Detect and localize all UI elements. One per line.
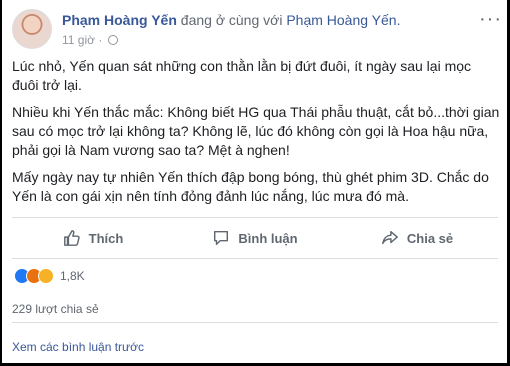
like-label: Thích bbox=[88, 230, 124, 246]
post-paragraph: Nhiều khi Yến thắc mắc: Không biết HG qu… bbox=[12, 104, 500, 158]
share-icon bbox=[381, 230, 398, 245]
post-paragraph: Mấy ngày nay tự nhiên Yến thích đập bong… bbox=[12, 169, 489, 204]
avatar[interactable] bbox=[12, 9, 52, 49]
globe-icon bbox=[108, 35, 119, 45]
reaction-count[interactable]: 1,8K bbox=[60, 269, 85, 283]
post-body: Lúc nhỏ, Yến quan sát những con thằn lằn… bbox=[12, 57, 500, 214]
reactions-summary[interactable]: 1,8K bbox=[14, 267, 85, 285]
share-button[interactable]: Chia sẻ bbox=[336, 218, 498, 258]
haha-icon bbox=[38, 268, 54, 284]
share-count[interactable]: 229 lượt chia sẻ bbox=[12, 302, 99, 316]
tagged-user[interactable]: Phạm Hoàng Yến. bbox=[286, 12, 400, 28]
action-bar: Thích Bình luận Chia sẻ bbox=[12, 217, 498, 259]
author-line: Phạm Hoàng Yến đang ở cùng với Phạm Hoàn… bbox=[62, 12, 400, 28]
with-text: đang ở cùng với bbox=[180, 12, 283, 28]
comment-label: Bình luận bbox=[238, 230, 298, 246]
post-time[interactable]: 11 giờ · bbox=[62, 33, 102, 47]
thumbs-up-icon bbox=[63, 230, 80, 246]
post-meta: 11 giờ · bbox=[62, 33, 119, 47]
share-label: Chia sẻ bbox=[406, 230, 454, 246]
author-name[interactable]: Phạm Hoàng Yến bbox=[62, 12, 177, 28]
more-options-icon[interactable]: ··· bbox=[479, 9, 502, 29]
view-previous-comments-link[interactable]: Xem các bình luận trước bbox=[12, 340, 144, 354]
share-count-row: 229 lượt chia sẻ bbox=[12, 296, 498, 323]
post-paragraph: Lúc nhỏ, Yến quan sát những con thằn lằn… bbox=[12, 58, 472, 93]
post-header: Phạm Hoàng Yến đang ở cùng với Phạm Hoàn… bbox=[12, 9, 502, 53]
post-card: Phạm Hoàng Yến đang ở cùng với Phạm Hoàn… bbox=[2, 0, 507, 363]
like-button[interactable]: Thích bbox=[12, 218, 174, 258]
comment-icon bbox=[214, 230, 229, 246]
comment-button[interactable]: Bình luận bbox=[174, 218, 336, 258]
